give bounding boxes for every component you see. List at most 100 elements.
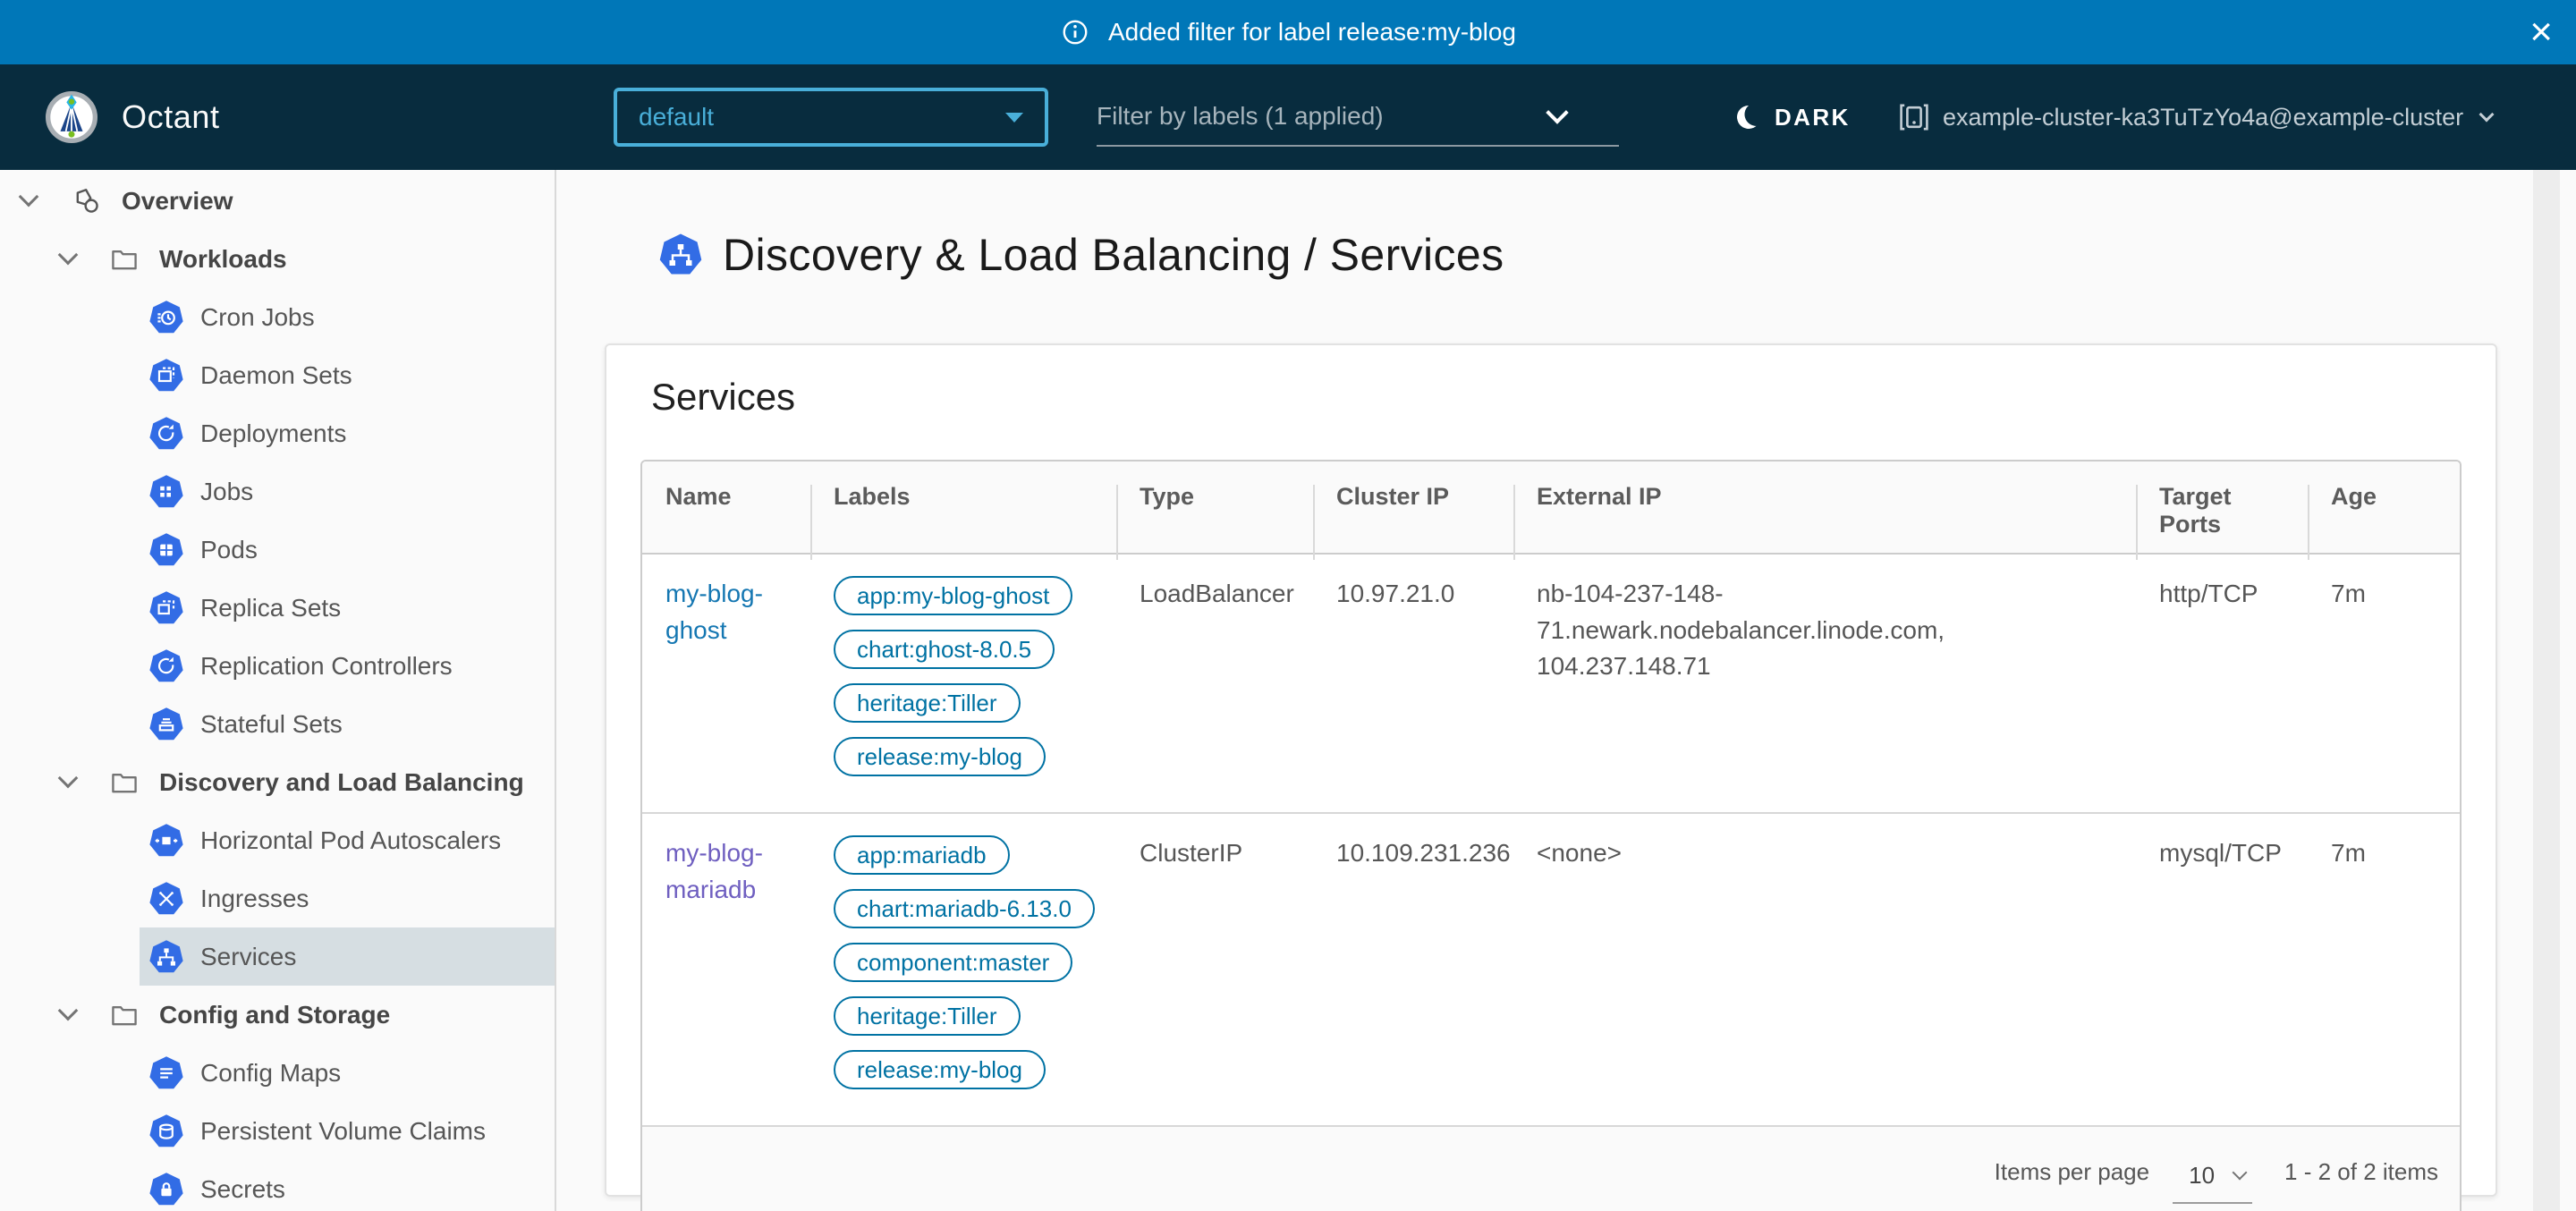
services-icon: [148, 939, 184, 975]
chevron-down-icon[interactable]: [19, 186, 39, 207]
sidebar-item-label: Stateful Sets: [200, 710, 343, 739]
pagination-range: 1 - 2 of 2 items: [2284, 1158, 2438, 1186]
sidebar-item-cron-jobs[interactable]: Cron Jobs: [0, 288, 555, 346]
labels-cell: app:mariadb chart:mariadb-6.13.0 compone…: [810, 814, 1116, 1125]
sidebar-item-label: Daemon Sets: [200, 361, 352, 390]
sidebar-item-config-maps[interactable]: Config Maps: [0, 1044, 555, 1102]
sidebar-item-label: Horizontal Pod Autoscalers: [200, 826, 501, 855]
table-header-row: Name Labels Type Cluster IP External IP …: [642, 462, 2460, 555]
sidebar-item-label: Deployments: [200, 419, 346, 448]
sidebar-group-discovery-and-load-balancing[interactable]: Discovery and Load Balancing: [0, 753, 555, 811]
services-icon: [658, 233, 703, 277]
namespace-select[interactable]: default: [614, 88, 1048, 147]
octant-logo: [45, 90, 98, 144]
age-cell: 7m: [2308, 814, 2460, 1125]
column-header-cluster-ip: Cluster IP: [1313, 462, 1513, 560]
label-pill[interactable]: heritage:Tiller: [834, 996, 1021, 1036]
sidebar-item-persistent-volume-claims[interactable]: Persistent Volume Claims: [0, 1102, 555, 1160]
sidebar-item-ingresses[interactable]: Ingresses: [0, 869, 555, 927]
name-cell: my-blog-mariadb: [642, 814, 810, 1125]
sidebar-item-label: Overview: [122, 187, 233, 216]
namespace-value: default: [639, 103, 714, 131]
label-pill[interactable]: release:my-blog: [834, 1050, 1046, 1089]
persistent-volume-claims-icon: [148, 1114, 184, 1149]
table-row: my-blog-mariadb app:mariadb chart:mariad…: [642, 814, 2460, 1127]
page-size-select[interactable]: 10: [2173, 1162, 2252, 1204]
card-title: Services: [651, 372, 2462, 422]
jobs-icon: [148, 474, 184, 510]
page-scrollbar[interactable]: [2533, 170, 2560, 1211]
label-pill[interactable]: heritage:Tiller: [834, 683, 1021, 723]
sidebar-item-replica-sets[interactable]: Replica Sets: [0, 579, 555, 637]
sidebar-item-stateful-sets[interactable]: Stateful Sets: [0, 695, 555, 753]
theme-toggle-label: DARK: [1775, 104, 1851, 131]
target-ports-cell: mysql/TCP: [2136, 814, 2308, 1125]
horizontal-pod-autoscalers-icon: [148, 823, 184, 859]
sidebar-item-services[interactable]: Services: [0, 927, 555, 986]
label-pill[interactable]: chart:ghost-8.0.5: [834, 630, 1055, 669]
chevron-down-icon[interactable]: [58, 244, 79, 265]
close-icon[interactable]: ×: [2529, 16, 2553, 48]
label-pill[interactable]: app:mariadb: [834, 835, 1010, 875]
sidebar-item-label: Persistent Volume Claims: [200, 1117, 486, 1146]
label-filter-text: Filter by labels (1 applied): [1097, 102, 1384, 131]
sidebar-item-label: Ingresses: [200, 885, 309, 913]
service-link[interactable]: my-blog-mariadb: [665, 839, 763, 903]
folder-icon: [109, 767, 140, 798]
sidebar-item-daemon-sets[interactable]: Daemon Sets: [0, 346, 555, 404]
sidebar-group-config-and-storage[interactable]: Config and Storage: [0, 986, 555, 1044]
sidebar-item-label: Services: [200, 943, 296, 971]
label-filter-dropdown[interactable]: Filter by labels (1 applied): [1097, 88, 1619, 147]
label-pill[interactable]: chart:mariadb-6.13.0: [834, 889, 1095, 928]
cluster-ip-cell: 10.97.21.0: [1313, 555, 1513, 812]
sidebar-group-workloads[interactable]: Workloads: [0, 230, 555, 288]
sidebar-item-label: Workloads: [159, 245, 287, 274]
type-cell: LoadBalancer: [1116, 555, 1313, 812]
chevron-down-icon: [1546, 101, 1568, 123]
brand: Octant: [45, 64, 220, 170]
page-size-value: 10: [2189, 1162, 2215, 1190]
config-maps-icon: [148, 1055, 184, 1091]
age-cell: 7m: [2308, 555, 2460, 812]
sidebar-item-label: Config and Storage: [159, 1001, 390, 1029]
label-pill[interactable]: release:my-blog: [834, 737, 1046, 776]
services-card: Services Name Labels Type Cluster IP Ext…: [605, 343, 2497, 1197]
external-ip-cell: nb-104-237-148-71.newark.nodebalancer.li…: [1513, 555, 2136, 812]
label-pill[interactable]: app:my-blog-ghost: [834, 576, 1072, 615]
sidebar-item-secrets[interactable]: Secrets: [0, 1160, 555, 1211]
column-header-labels: Labels: [810, 462, 1116, 560]
column-header-target-ports: Target Ports: [2136, 462, 2308, 560]
type-cell: ClusterIP: [1116, 814, 1313, 1125]
applications-icon: [72, 186, 102, 216]
target-ports-cell: http/TCP: [2136, 555, 2308, 812]
sidebar-item-label: Discovery and Load Balancing: [159, 768, 524, 797]
column-header-type: Type: [1116, 462, 1313, 560]
sidebar-item-deployments[interactable]: Deployments: [0, 404, 555, 462]
table-footer: Items per page 10 1 - 2 of 2 items: [642, 1127, 2460, 1211]
main-content: Discovery & Load Balancing / Services Se…: [558, 170, 2576, 1211]
chevron-down-icon[interactable]: [58, 767, 79, 788]
deployments-icon: [148, 416, 184, 452]
sidebar-item-horizontal-pod-autoscalers[interactable]: Horizontal Pod Autoscalers: [0, 811, 555, 869]
sidebar-item-pods[interactable]: Pods: [0, 521, 555, 579]
table-row: my-blog-ghost app:my-blog-ghost chart:gh…: [642, 555, 2460, 814]
pods-icon: [148, 532, 184, 568]
theme-toggle-button[interactable]: DARK: [1726, 64, 1861, 170]
label-pill[interactable]: component:master: [834, 943, 1072, 982]
sidebar-item-replication-controllers[interactable]: Replication Controllers: [0, 637, 555, 695]
sidebar-item-jobs[interactable]: Jobs: [0, 462, 555, 521]
moon-icon: [1734, 103, 1763, 131]
chevron-down-icon[interactable]: [58, 1000, 79, 1020]
sidebar-item-overview[interactable]: Overview: [0, 172, 555, 230]
cluster-ip-cell: 10.109.231.236: [1313, 814, 1513, 1125]
external-ip-cell: <none>: [1513, 814, 2136, 1125]
cron-jobs-icon: [148, 300, 184, 335]
folder-icon: [109, 244, 140, 275]
replication-controllers-icon: [148, 648, 184, 684]
cluster-selector[interactable]: example-cluster-ka3TuTzYo4a@example-clus…: [1896, 64, 2492, 170]
column-header-age: Age: [2308, 462, 2460, 560]
column-header-external-ip: External IP: [1513, 462, 2136, 560]
labels-cell: app:my-blog-ghost chart:ghost-8.0.5 heri…: [810, 555, 1116, 812]
column-header-name: Name: [642, 462, 810, 560]
service-link[interactable]: my-blog-ghost: [665, 580, 763, 644]
